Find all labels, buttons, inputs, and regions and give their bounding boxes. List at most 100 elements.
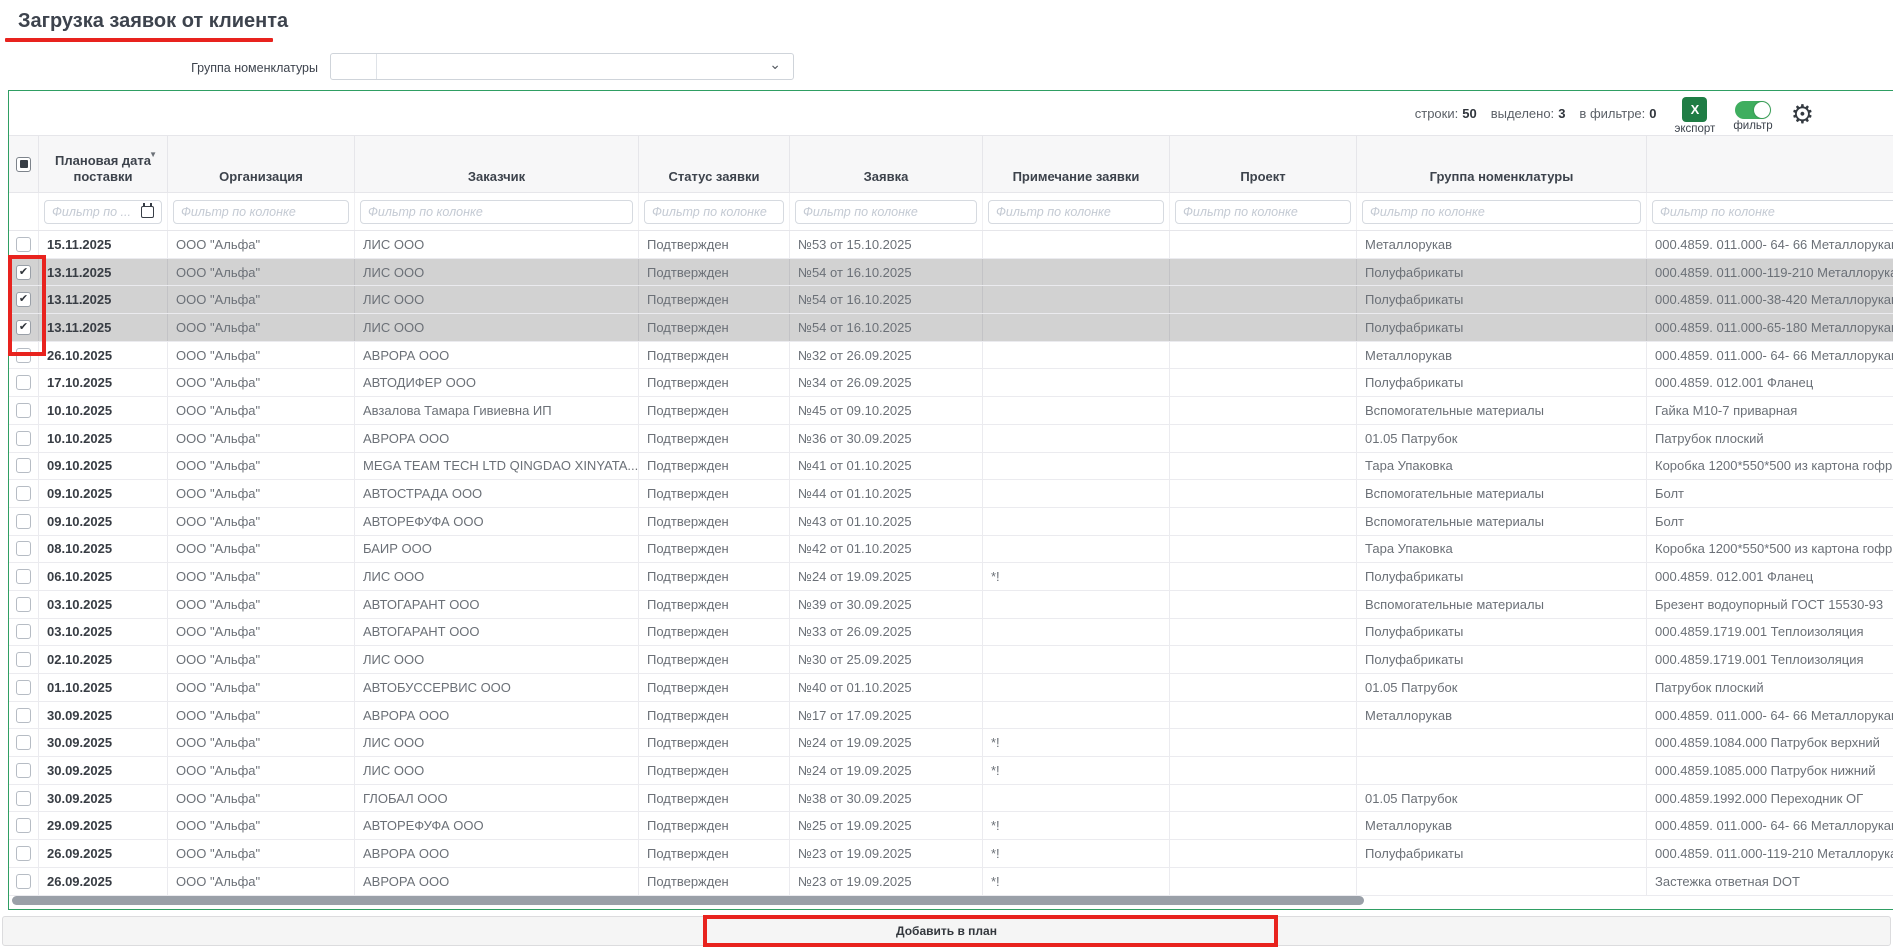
table-row[interactable]: 26.09.2025ООО "Альфа"АВРОРА ОООПодтвержд… [9,868,1893,896]
cell-status: Подтвержден [639,508,790,535]
row-checkbox[interactable] [16,624,31,639]
row-checkbox[interactable] [16,237,31,252]
filter-input-request[interactable]: Фильтр по колонке [795,200,977,224]
row-checkbox[interactable]: ✔ [16,292,31,307]
row-checkbox[interactable] [16,458,31,473]
table-row[interactable]: 30.09.2025ООО "Альфа"ЛИС ОООПодтвержден№… [9,729,1893,757]
column-header-date[interactable]: Плановая дата поставки▼ [39,136,168,192]
row-checkbox[interactable] [16,735,31,750]
row-checkbox[interactable] [16,514,31,529]
horizontal-scrollbar[interactable] [12,896,1364,905]
column-header-status[interactable]: Статус заявки [639,136,790,192]
filter-cell-request: Фильтр по колонке [790,193,983,230]
nomenclature-group-select[interactable]: ⌄ [330,53,794,80]
column-header-project[interactable]: Проект [1170,136,1357,192]
cell-project [1170,591,1357,618]
table-row[interactable]: 06.10.2025ООО "Альфа"ЛИС ОООПодтвержден№… [9,563,1893,591]
table-row[interactable]: ✔13.11.2025ООО "Альфа"ЛИС ОООПодтвержден… [9,286,1893,314]
gear-icon[interactable]: ⚙ [1791,101,1814,127]
excel-export-icon[interactable]: X [1682,97,1707,122]
table-row[interactable]: 02.10.2025ООО "Альфа"ЛИС ОООПодтвержден№… [9,646,1893,674]
table-row[interactable]: 30.09.2025ООО "Альфа"АВРОРА ОООПодтвержд… [9,702,1893,730]
column-header-org[interactable]: Организация [168,136,355,192]
row-checkbox[interactable] [16,818,31,833]
table-row[interactable]: ✔13.11.2025ООО "Альфа"ЛИС ОООПодтвержден… [9,314,1893,342]
column-header-nomenclature[interactable]: Номенклатура [1647,136,1893,192]
row-checkbox[interactable] [16,403,31,418]
cell-request: №45 от 09.10.2025 [790,397,983,424]
row-checkbox[interactable] [16,680,31,695]
row-checkbox[interactable]: ✔ [16,265,31,280]
cell-status: Подтвержден [639,591,790,618]
filter-input-group[interactable]: Фильтр по колонке [1362,200,1641,224]
column-header-group[interactable]: Группа номенклатуры [1357,136,1647,192]
filter-input-project[interactable]: Фильтр по колонке [1175,200,1351,224]
row-checkbox[interactable]: ✔ [16,320,31,335]
row-checkbox[interactable] [16,763,31,778]
table-row[interactable]: 09.10.2025ООО "Альфа"АВТОРЕФУФА ОООПодтв… [9,508,1893,536]
cell-project [1170,729,1357,756]
table-row[interactable]: 09.10.2025ООО "Альфа"АВТОСТРАДА ОООПодтв… [9,480,1893,508]
row-checkbox[interactable] [16,569,31,584]
cell-customer: АВТОГАРАНТ ООО [355,591,639,618]
column-header-request[interactable]: Заявка [790,136,983,192]
table-row[interactable]: 08.10.2025ООО "Альфа"БАИР ОООПодтвержден… [9,536,1893,564]
calendar-icon[interactable] [141,206,154,218]
table-row[interactable]: 10.10.2025ООО "Альфа"Авзалова Тамара Гив… [9,397,1893,425]
row-checkbox[interactable] [16,791,31,806]
cell-group [1357,757,1647,784]
filter-toggle[interactable] [1735,101,1771,119]
table-row[interactable]: 03.10.2025ООО "Альфа"АВТОГАРАНТ ОООПодтв… [9,591,1893,619]
cell-status: Подтвержден [639,231,790,258]
table-row[interactable]: 26.10.2025ООО "Альфа"АВРОРА ОООПодтвержд… [9,342,1893,370]
row-checkbox[interactable] [16,652,31,667]
row-checkbox[interactable] [16,431,31,446]
cell-customer: ЛИС ООО [355,231,639,258]
cell-nomenclature: 000.4859. 011.000- 64- 66 Металлорукав [1647,702,1893,729]
filter-input-date[interactable]: Фильтр по ... [44,200,162,224]
row-checkbox[interactable] [16,874,31,889]
table-row[interactable]: 30.09.2025ООО "Альфа"ГЛОБАЛ ОООПодтвержд… [9,785,1893,813]
column-header-label: Статус заявки [668,169,759,185]
column-header-checkbox [9,136,39,192]
cell-date: 08.10.2025 [39,536,168,563]
table-row[interactable]: 10.10.2025ООО "Альфа"АВРОРА ОООПодтвержд… [9,425,1893,453]
column-header-customer[interactable]: Заказчик [355,136,639,192]
table-row[interactable]: ✔13.11.2025ООО "Альфа"ЛИС ОООПодтвержден… [9,259,1893,287]
column-header-note[interactable]: Примечание заявки [983,136,1170,192]
table-row[interactable]: 09.10.2025ООО "Альфа"MEGA TEAM TECH LTD … [9,453,1893,481]
table-row[interactable]: 30.09.2025ООО "Альфа"ЛИС ОООПодтвержден№… [9,757,1893,785]
row-checkbox[interactable] [16,486,31,501]
in-filter-count: в фильтре:0 [1579,106,1656,121]
row-checkbox[interactable] [16,375,31,390]
table-row[interactable]: 17.10.2025ООО "Альфа"АВТОДИФЕР ОООПодтве… [9,369,1893,397]
filter-input-org[interactable]: Фильтр по колонке [173,200,349,224]
cell-nomenclature: Коробка 1200*550*500 из картона гофриров… [1647,453,1893,480]
cell-customer: АВТОРЕФУФА ООО [355,812,639,839]
cell-org: ООО "Альфа" [168,757,355,784]
table-row[interactable]: 26.09.2025ООО "Альфа"АВРОРА ОООПодтвержд… [9,840,1893,868]
row-checkbox[interactable] [16,846,31,861]
row-checkbox[interactable] [16,348,31,363]
row-checkbox[interactable] [16,597,31,612]
filter-input-customer[interactable]: Фильтр по колонке [360,200,633,224]
cell-date: 17.10.2025 [39,369,168,396]
cell-nomenclature: 000.4859. 012.001 Фланец [1647,563,1893,590]
table-row[interactable]: 03.10.2025ООО "Альфа"АВТОГАРАНТ ОООПодтв… [9,619,1893,647]
table-row[interactable]: 29.09.2025ООО "Альфа"АВТОРЕФУФА ОООПодтв… [9,812,1893,840]
add-to-plan-button[interactable]: Добавить в план [2,916,1891,946]
cell-date: 09.10.2025 [39,480,168,507]
cell-status: Подтвержден [639,425,790,452]
filter-input-nomenclature[interactable]: Фильтр по колонке [1652,200,1893,224]
row-checkbox[interactable] [16,541,31,556]
table-row[interactable]: 15.11.2025ООО "Альфа"ЛИС ОООПодтвержден№… [9,231,1893,259]
filter-input-status[interactable]: Фильтр по колонке [644,200,784,224]
row-checkbox[interactable] [16,708,31,723]
table-row[interactable]: 01.10.2025ООО "Альфа"АВТОБУССЕРВИС ОООПо… [9,674,1893,702]
select-all-checkbox[interactable] [16,157,31,172]
sort-desc-icon[interactable]: ▼ [149,150,157,160]
cell-note [983,480,1170,507]
export-label: экспорт [1675,123,1716,135]
filter-input-note[interactable]: Фильтр по колонке [988,200,1164,224]
cell-date: 30.09.2025 [39,757,168,784]
